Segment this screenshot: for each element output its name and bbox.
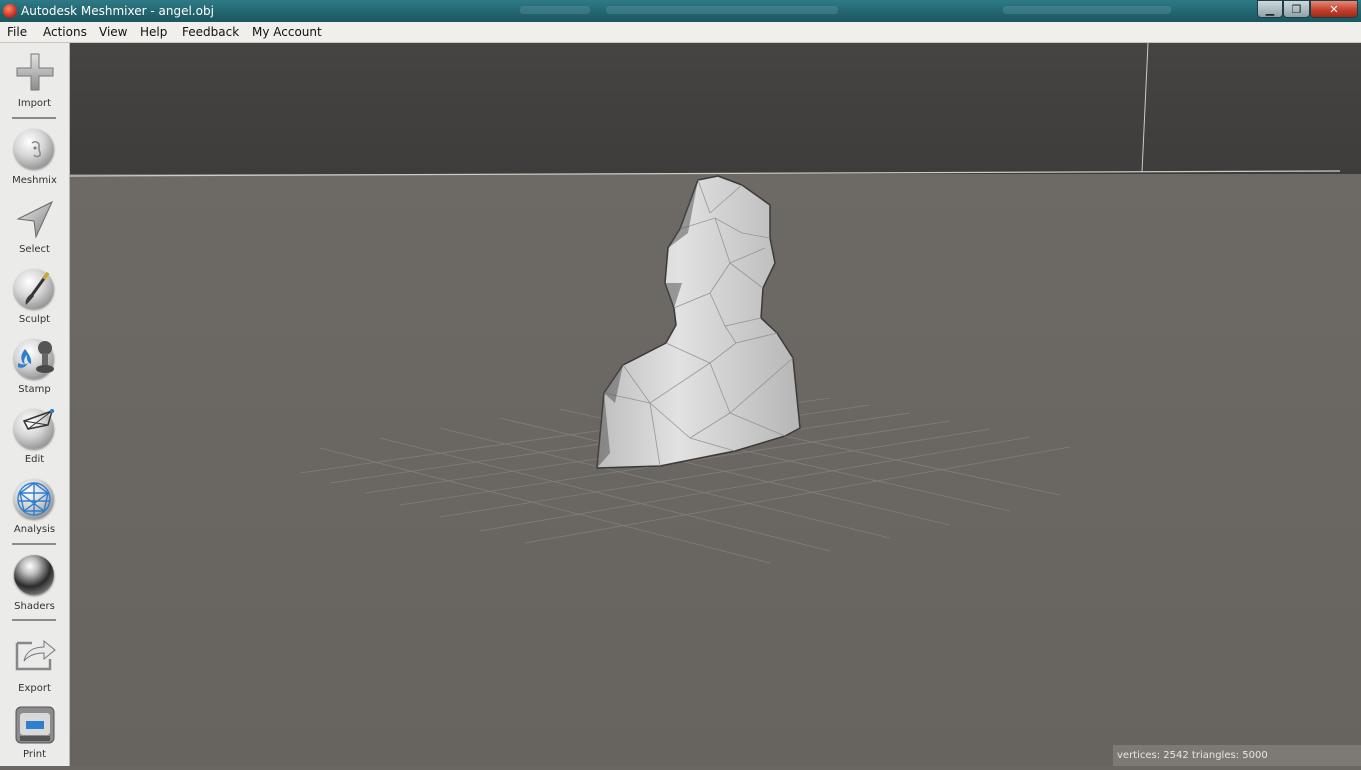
scene-canvas	[69, 42, 1361, 766]
arrow-cursor-icon	[14, 199, 56, 241]
analysis-sphere-icon	[14, 479, 56, 521]
title-bar: Autodesk Meshmixer - angel.obj ▁ ❐ ✕	[0, 0, 1361, 22]
shader-sphere-icon	[14, 555, 56, 597]
tool-label: Sculpt	[18, 314, 51, 325]
menu-view[interactable]: View	[99, 25, 127, 39]
titlebar-reflection	[520, 6, 590, 14]
tool-meshmix[interactable]: Meshmix	[0, 129, 69, 189]
mesh-stats-status: vertices: 2542 triangles: 5000	[1113, 745, 1361, 766]
3d-viewport[interactable]	[69, 42, 1361, 766]
tool-export[interactable]: Export	[0, 633, 69, 694]
titlebar-reflection	[1003, 6, 1171, 14]
printer-icon	[14, 705, 56, 747]
tool-sidebar: Import Meshmix Select Sculpt Stamp Edit …	[0, 43, 70, 766]
plus-icon	[14, 51, 56, 93]
meshmixer-app-icon[interactable]	[3, 4, 17, 18]
back-wall	[70, 43, 1361, 174]
tool-label: Select	[19, 244, 50, 255]
tool-print[interactable]: Print	[0, 705, 69, 763]
titlebar-reflection	[606, 6, 838, 14]
menu-my-account[interactable]: My Account	[252, 25, 322, 39]
tool-sculpt[interactable]: Sculpt	[0, 269, 69, 329]
close-button[interactable]: ✕	[1310, 0, 1358, 18]
tool-edit[interactable]: Edit	[0, 409, 69, 469]
tool-select[interactable]: Select	[0, 199, 69, 259]
menu-feedback[interactable]: Feedback	[182, 25, 239, 39]
tool-stamp[interactable]: Stamp	[0, 339, 69, 399]
tool-label: Edit	[24, 454, 45, 465]
minimize-button[interactable]: ▁	[1257, 0, 1283, 18]
stamp-sphere-icon	[14, 339, 56, 381]
menu-file[interactable]: File	[7, 25, 27, 39]
export-icon	[14, 633, 56, 675]
tool-label: Stamp	[18, 384, 51, 395]
tool-label: Analysis	[13, 524, 56, 535]
tool-label: Import	[17, 98, 52, 109]
tool-analysis[interactable]: Analysis	[0, 479, 69, 539]
tool-shaders[interactable]: Shaders	[0, 555, 69, 615]
tool-label: Meshmix	[12, 175, 57, 186]
tool-label: Export	[18, 683, 51, 694]
menu-help[interactable]: Help	[140, 25, 167, 39]
tool-import[interactable]: Import	[0, 51, 69, 113]
tool-label: Shaders	[14, 601, 55, 612]
tool-label: Print	[22, 749, 46, 760]
edit-sphere-icon	[14, 409, 56, 451]
meshmix-sphere-icon	[14, 129, 56, 171]
menu-bar: File Actions View Help Feedback My Accou…	[0, 22, 1361, 43]
sidebar-divider	[12, 117, 56, 119]
maximize-button[interactable]: ❐	[1283, 0, 1310, 18]
menu-actions[interactable]: Actions	[43, 25, 87, 39]
sidebar-divider	[12, 619, 56, 621]
window-title: Autodesk Meshmixer - angel.obj	[21, 4, 214, 18]
brush-sphere-icon	[14, 269, 56, 311]
sidebar-divider	[12, 543, 56, 545]
